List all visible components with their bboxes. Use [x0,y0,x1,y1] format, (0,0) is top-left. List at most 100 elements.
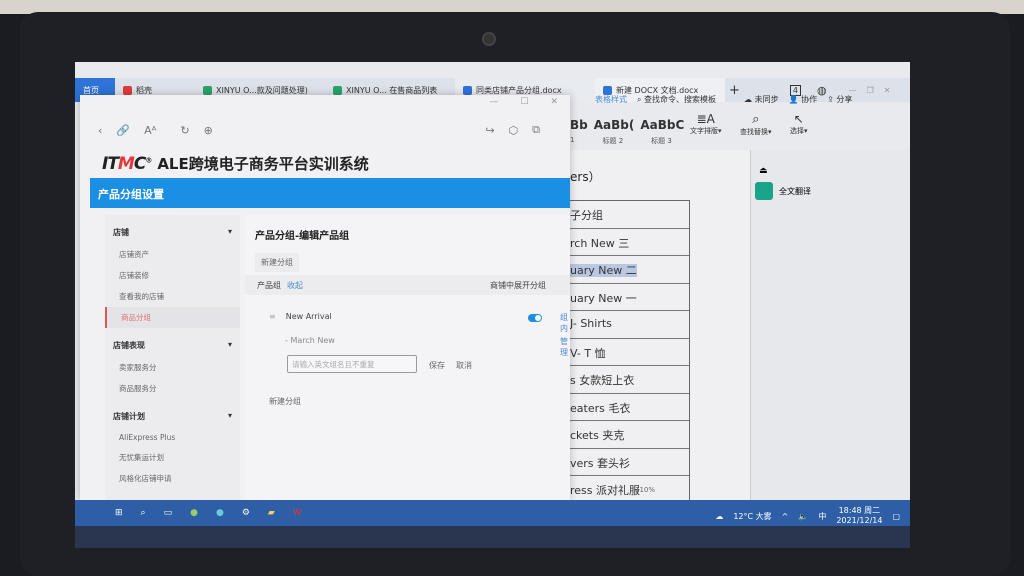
text-layout-label: 文字排版 [690,127,718,135]
style-heading-1[interactable]: Bb [570,118,588,132]
find-replace-button[interactable]: ⌕ 查找替换▾ [740,112,772,137]
folder-icon[interactable]: ▰ [268,508,275,518]
style-heading-3[interactable]: AaBbC [640,118,684,132]
notification-icon[interactable]: ▢ [892,512,900,521]
collab-label: 协作 [801,95,818,104]
cube-icon[interactable]: ⬡ [509,124,519,137]
weather-icon: ☁ [715,511,724,521]
minimize-icon[interactable]: — [489,97,498,107]
collapse-link[interactable]: 收起 [287,280,303,290]
save-button[interactable]: 保存 [423,356,451,375]
weather-label[interactable]: 12°C 大雾 [733,511,771,522]
table-row: uary New 一 [570,284,689,311]
group-name-input[interactable]: 请输入英文组名且不重复 [287,355,417,373]
screen-bottom [75,526,910,548]
caret-down-icon: ▾ [227,340,232,349]
section-bar: 产品分组设置 [90,178,570,208]
new-group-button[interactable]: 新建分组 [255,253,299,272]
table-row: uary New 二 [570,256,689,284]
ime-indicator[interactable]: 中 [818,511,826,522]
task-view-icon[interactable]: ▭ [164,508,173,518]
tab-label: XINYU O...款及问题处理) [216,85,308,95]
back-icon[interactable]: ‹ [98,124,102,137]
command-search[interactable]: ⌕ 查找命令、搜索模板 [637,94,716,105]
cancel-button[interactable]: 取消 [450,356,478,375]
new-group-bottom-button[interactable]: 新建分组 [263,392,307,411]
word-document: ers） 子分组 rch New 三 uary New 二 uary New 一 J- … [570,150,910,505]
group-action-link[interactable]: 组内 [560,312,570,334]
style-gallery: Bb AaBb( AaBbC [570,118,684,132]
app-header: ITMC® ALE跨境电子商务平台实训系统 [102,153,369,174]
browser-icon[interactable]: ● [216,508,224,518]
volume-icon[interactable]: 🔈 [798,512,808,521]
caret-down-icon: ▾ [227,227,232,236]
tab-label: 首页 [83,85,99,95]
text-layout-icon: ≣A [696,112,715,126]
pip-icon[interactable]: ⧉ [532,123,540,137]
select-label: 选择 [790,127,804,135]
table-row: ckets 夹克 [570,421,689,449]
share-button[interactable]: ⇪ 分享 [827,94,852,105]
sync-label: 未同步 [754,95,779,104]
sidebar-item[interactable]: 风格化店铺申请 [105,468,240,489]
table-row: J- Shirts [570,311,689,339]
sidebar-item[interactable]: 店铺装修 [105,265,240,286]
app-icon[interactable]: ● [190,508,198,518]
share-icon[interactable]: ↪ [485,124,494,137]
style-heading-2[interactable]: AaBb( [594,118,635,132]
table-cell: uary New 二 [570,264,637,277]
table-cell: eaters 毛衣 [570,401,631,415]
collab-button[interactable]: 👤 协作 [789,94,818,105]
search-icon: ⌕ [637,95,642,104]
link-icon[interactable]: 🔗 [116,124,130,137]
drag-handle-icon[interactable]: ≡ [269,312,276,321]
tray-arrow-icon[interactable]: ^ [782,512,789,521]
sidebar-item[interactable]: AliExpress Plus [105,428,240,447]
settings-icon[interactable]: ⚙ [242,508,250,518]
sidebar-item[interactable]: 无忧集运计划 [105,447,240,468]
main-content: 产品分组-编辑产品组 新建分组 产品组 收起 商铺中展开分组 ≡ New Arr… [245,215,570,500]
table-cell: J- Shirts [570,317,612,330]
text-layout-button[interactable]: ≣A 文字排版▾ [690,112,722,136]
select-button[interactable]: ↖ 选择▾ [790,112,808,136]
search-icon[interactable]: ⌕ [141,508,146,518]
group-name: New Arrival [285,312,332,321]
expand-toggle[interactable] [528,314,542,322]
sidebar-item[interactable]: 卖家服务分 [105,357,240,378]
clock[interactable]: 18:48 周二 2021/12/14 [836,506,882,526]
sidebar-item[interactable]: 店铺资产 [105,244,240,265]
globe-icon[interactable]: ⊕ [204,124,213,137]
eject-icon[interactable]: ⏏ [751,150,910,182]
manage-link[interactable]: 管理 [560,336,570,358]
docer-icon [123,85,132,95]
close-icon[interactable]: ✕ [550,97,558,107]
sidebar-item[interactable]: 商品服务分 [105,378,240,399]
sidebar-section[interactable]: 店铺 ▾ [105,215,240,244]
style-label: 标题 2 [602,137,624,145]
browser-window: — ☐ ✕ ‹ 🔗 Aᴬ ↻ ⊕ ↪ ⬡ ⧉ ITMC® ALE跨境电子商务平台实训… [80,95,570,500]
translate-button[interactable]: 全文翻译 [751,182,910,200]
refresh-icon[interactable]: ↻ [180,124,189,137]
table-cell: ckets 夹克 [570,429,625,442]
doc-heading: ers） [570,170,601,184]
sidebar-section[interactable]: 店铺计划 ▾ [105,399,240,428]
window-controls: — ☐ ✕ [489,97,558,107]
zoom-level[interactable]: 110% [635,486,655,494]
table-row: V- T 恤 [570,339,689,366]
section-title: 产品分组设置 [98,188,164,201]
command-search-label: 查找命令、搜索模板 [644,95,717,104]
caret-down-icon: ▾ [227,411,232,420]
group-label: 产品组 [257,281,281,290]
sidebar-item[interactable]: 查看我的店铺 [105,286,240,307]
sidebar-item[interactable]: 商品分组 [105,307,240,328]
tab-table-style[interactable]: 表格样式 [595,94,627,105]
maximize-icon[interactable]: ☐ [520,97,528,107]
wps-icon[interactable]: W [293,508,302,518]
table-cell: rch New 三 [570,236,630,250]
doc-icon [463,85,472,95]
text-size-icon[interactable]: Aᴬ [144,124,156,137]
start-icon[interactable]: ⊞ [115,508,123,518]
table-row: s 女款短上衣 [570,366,689,394]
sidebar-section[interactable]: 店铺表现 ▾ [105,328,240,357]
sync-button[interactable]: ☁ 未同步 [744,94,779,105]
